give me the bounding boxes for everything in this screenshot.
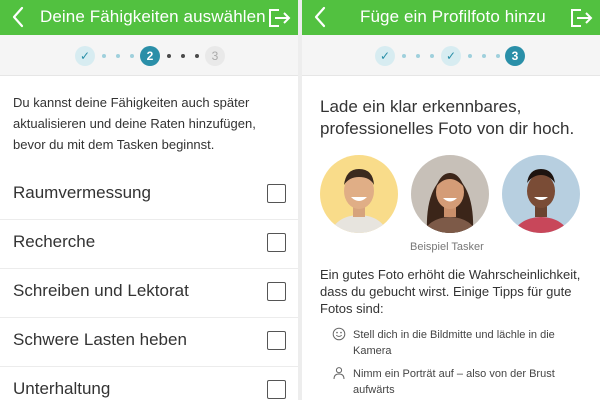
skill-checkbox[interactable] (267, 184, 286, 203)
page-title: Füge ein Profilfoto hinzu (360, 7, 546, 26)
person-icon (333, 367, 345, 380)
step-dot (181, 54, 185, 58)
avatar (502, 155, 580, 233)
progress-stepper: ✓ 2 3 (0, 35, 298, 76)
step-dot (130, 54, 134, 58)
sample-caption: Beispiel Tasker (410, 241, 484, 253)
profile-photo-screen: Füge ein Profilfoto hinzu ✓ ✓ 3 Lade ein… (302, 0, 600, 400)
avatar (411, 155, 489, 233)
tip-item: Stell dich in die Bildmitte und lächle i… (332, 327, 587, 361)
skill-row[interactable]: Unterhaltung (0, 366, 298, 400)
progress-stepper: ✓ ✓ 3 (302, 35, 600, 76)
top-bar: Deine Fähigkeiten auswählen (0, 0, 298, 35)
skills-screen: Deine Fähigkeiten auswählen ✓ 2 3 Du kan… (0, 0, 298, 400)
exit-icon (571, 9, 593, 27)
chevron-left-icon (12, 6, 24, 28)
step-dot (102, 54, 106, 58)
tip-text: Stell dich in die Bildmitte und lächle i… (353, 329, 555, 357)
skill-row[interactable]: Recherche (0, 219, 298, 269)
step-dot (167, 54, 171, 58)
step-dot (416, 54, 420, 58)
skill-checkbox[interactable] (267, 282, 286, 301)
exit-icon (269, 9, 291, 27)
skill-row[interactable]: Raumvermessung (0, 170, 298, 220)
exit-button[interactable] (568, 6, 594, 30)
photo-heading: Lade ein klar erkennbares, professionell… (320, 97, 575, 138)
photo-info-text: Ein gutes Foto erhöht die Wahrscheinlich… (320, 267, 581, 316)
skill-label: Recherche (13, 232, 96, 251)
skill-row[interactable]: Schwere Lasten heben (0, 317, 298, 367)
step-dot (468, 54, 472, 58)
tip-text: Nimm ein Porträt auf – also von der Brus… (353, 368, 555, 396)
step-dot (482, 54, 486, 58)
smile-icon (332, 327, 346, 341)
back-button[interactable] (8, 4, 30, 30)
exit-button[interactable] (266, 6, 292, 30)
skill-label: Schwere Lasten heben (13, 330, 187, 349)
skill-label: Raumvermessung (13, 183, 151, 202)
step-dot (116, 54, 120, 58)
skill-checkbox[interactable] (267, 331, 286, 350)
step-2-current: 2 (140, 46, 160, 66)
skill-checkbox[interactable] (267, 233, 286, 252)
step-dot (195, 54, 199, 58)
skill-label: Schreiben und Lektorat (13, 281, 189, 300)
tip-item: Nimm ein Porträt auf – also von der Brus… (332, 366, 587, 400)
step-1-complete: ✓ (375, 46, 395, 66)
skill-row[interactable]: Schreiben und Lektorat (0, 268, 298, 318)
page-title: Deine Fähigkeiten auswählen (40, 7, 266, 26)
back-button[interactable] (310, 4, 332, 30)
top-bar: Füge ein Profilfoto hinzu (302, 0, 600, 35)
skill-checkbox[interactable] (267, 380, 286, 399)
chevron-left-icon (314, 6, 326, 28)
step-1-complete: ✓ (75, 46, 95, 66)
step-dot (402, 54, 406, 58)
step-dot (430, 54, 434, 58)
step-dot (496, 54, 500, 58)
intro-text: Du kannst deine Fähigkeiten auch später … (13, 95, 256, 152)
step-2-complete: ✓ (441, 46, 461, 66)
step-3-current: 3 (505, 46, 525, 66)
skill-label: Unterhaltung (13, 379, 111, 398)
step-3-pending: 3 (205, 46, 225, 66)
avatar (320, 155, 398, 233)
